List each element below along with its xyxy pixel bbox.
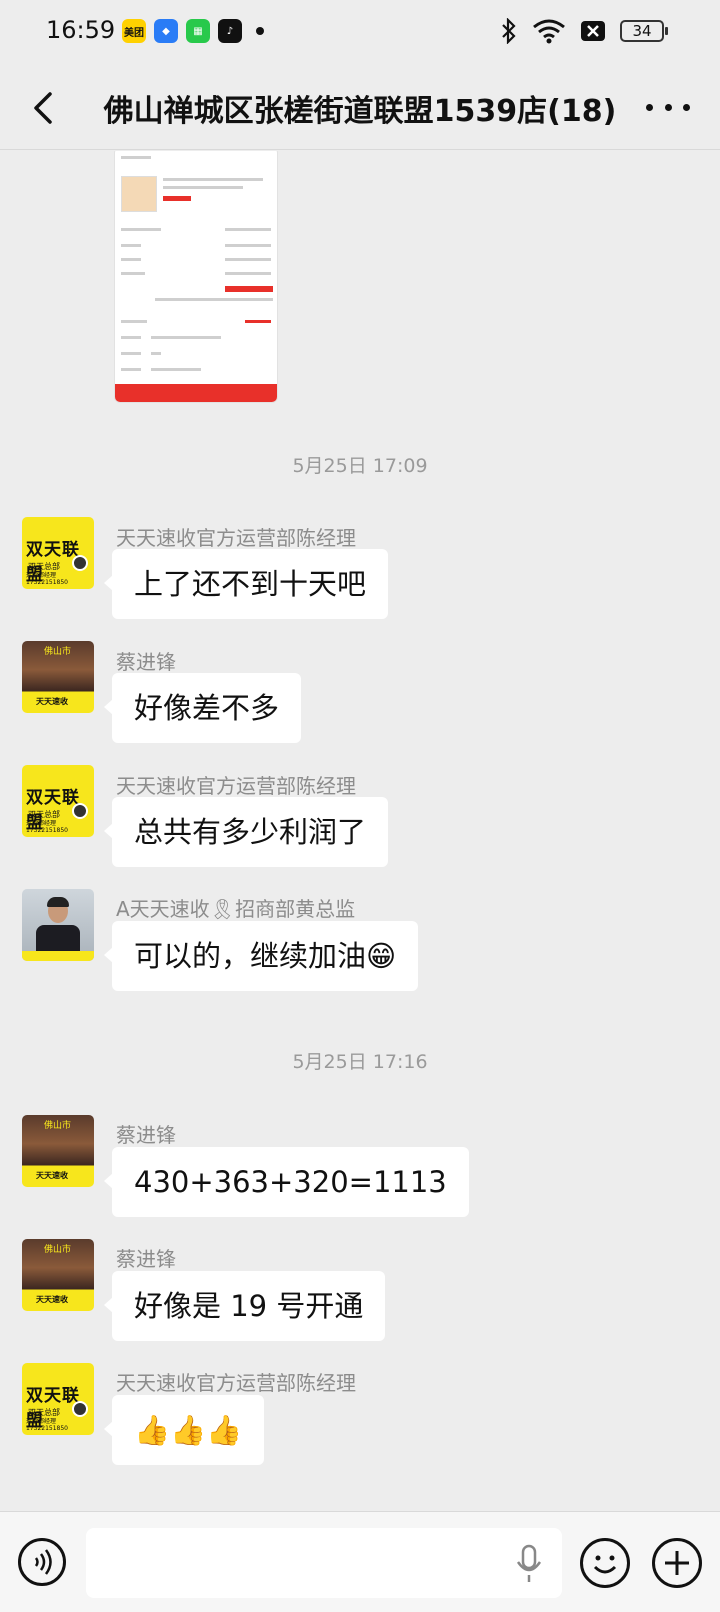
meituan-icon: 美团: [122, 19, 146, 43]
status-time: 16:59: [46, 16, 116, 44]
message-bubble[interactable]: 430+363+320=1113: [104, 1147, 469, 1217]
avatar-hair: [47, 897, 69, 907]
avatar-tag-text: 运营部经理 17322151850: [26, 820, 68, 834]
avatar-cai-jinfeng[interactable]: 佛山市 天天速收: [22, 1115, 94, 1187]
sender-name: 蔡进锋: [116, 1247, 176, 1271]
product-thumbnail: [121, 176, 157, 212]
avatar-face: [72, 803, 88, 819]
status-bar: 16:59 美团 ◆ ▦ ♪ 34: [0, 0, 720, 64]
message-bubble[interactable]: 好像差不多: [103, 673, 302, 743]
sender-name: 蔡进锋: [116, 1123, 176, 1147]
bluetooth-icon: [502, 18, 516, 44]
avatar-cai-jinfeng[interactable]: 佛山市 天天速收: [22, 641, 94, 713]
avatar-chen-manager[interactable]: 双天联盟 双天总部 运营部经理 17322151850: [22, 1363, 94, 1435]
message-list[interactable]: 5月25日 17:09 双天联盟 双天总部 运营部经理 17322151850 …: [0, 151, 720, 1511]
more-options-icon[interactable]: [646, 92, 690, 122]
shared-image-message[interactable]: [114, 151, 278, 403]
wifi-icon: [533, 19, 565, 44]
avatar-chen-manager[interactable]: 双天联盟 双天总部 运营部经理 17322151850: [22, 765, 94, 837]
avatar-city-text: 佛山市: [44, 647, 72, 657]
message-bubble[interactable]: 👍👍👍: [103, 1395, 265, 1465]
sender-name: 天天速收官方运营部陈经理: [116, 526, 356, 550]
order-button-image: [115, 384, 277, 402]
system-icons: 34: [500, 18, 668, 44]
message-bubble[interactable]: 上了还不到十天吧: [103, 549, 389, 619]
microphone-icon[interactable]: [516, 1544, 542, 1584]
input-bar: [0, 1511, 720, 1612]
avatar-bottom-text: 天天速收: [36, 1295, 68, 1304]
battery-icon: 34: [620, 20, 668, 42]
avatar-band: [22, 951, 94, 961]
message-bubble[interactable]: 总共有多少利润了: [103, 797, 389, 867]
message-timestamp: 5月25日 17:16: [292, 1051, 428, 1073]
market-icon: ▦: [186, 19, 210, 43]
message-input[interactable]: [86, 1528, 562, 1598]
avatar-bottom-text: 天天速收: [36, 697, 68, 706]
more-notifications-dot: [256, 27, 264, 35]
voice-mode-icon[interactable]: [18, 1538, 66, 1586]
avatar-face: [72, 1401, 88, 1417]
avatar-chen-manager[interactable]: 双天联盟 双天总部 运营部经理 17322151850: [22, 517, 94, 589]
avatar-tag-text: 运营部经理 17322151850: [26, 1418, 68, 1432]
avatar-cai-jinfeng[interactable]: 佛山市 天天速收: [22, 1239, 94, 1311]
avatar-city-text: 佛山市: [44, 1121, 72, 1131]
message-timestamp: 5月25日 17:09: [292, 455, 428, 477]
message-bubble[interactable]: 好像是 19 号开通: [103, 1271, 386, 1341]
sender-name: 天天速收官方运营部陈经理: [116, 774, 356, 798]
add-attachment-icon[interactable]: [652, 1538, 702, 1588]
avatar-tag-text: 运营部经理 17322151850: [26, 572, 68, 586]
chat-title: 佛山禅城区张槎街道联盟1539店(18): [103, 94, 617, 129]
avatar-face: [72, 555, 88, 571]
chat-header: 佛山禅城区张槎街道联盟1539店(18): [0, 64, 720, 150]
avatar-bottom-text: 天天速收: [36, 1171, 68, 1180]
avatar-city-text: 佛山市: [44, 1245, 72, 1255]
tiktok-icon: ♪: [218, 19, 242, 43]
avatar-huang-director[interactable]: [22, 889, 94, 961]
sender-name: 天天速收官方运营部陈经理: [116, 1371, 356, 1395]
emoji-icon[interactable]: [580, 1538, 630, 1588]
notification-icons: 美团 ◆ ▦ ♪: [122, 19, 264, 43]
message-bubble[interactable]: 可以的，继续加油😁: [103, 921, 419, 991]
sender-name: A天天速收🎗招商部黄总监: [116, 897, 356, 921]
no-sim-icon: [581, 21, 605, 41]
sender-name: 蔡进锋: [116, 650, 176, 674]
browser-icon: ◆: [154, 19, 178, 43]
